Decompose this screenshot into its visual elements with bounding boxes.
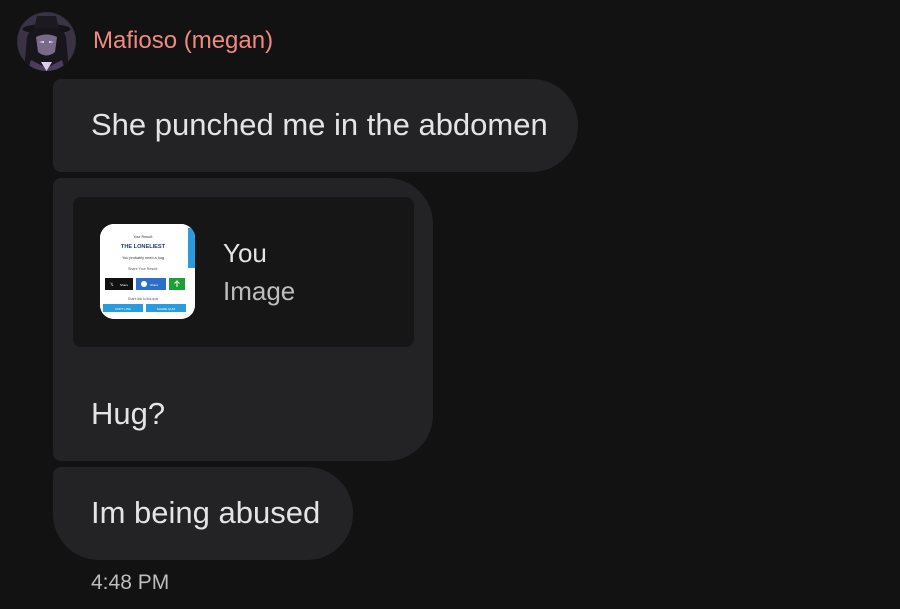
avatar-hooded-figure-icon — [17, 12, 76, 71]
thumb-share-label: Share Your Result: — [128, 267, 158, 271]
reply-type: Image — [223, 276, 296, 306]
message-bubble[interactable]: She punched me in the abdomen — [53, 79, 578, 172]
thumb-header: Your Result: — [133, 235, 152, 239]
thumb-share-x: Share — [120, 283, 128, 287]
sender-name[interactable]: Mafioso (megan) — [93, 26, 273, 56]
thumb-share-fb: Share — [150, 283, 158, 287]
thumb-copy-link: COPY LINK — [115, 307, 131, 311]
quiz-result-image: Your Result: THE LONELIEST You probably … — [100, 224, 195, 319]
reply-author: You — [223, 238, 267, 268]
thumb-link-label: Share link to this quiz — [128, 297, 159, 301]
message-text: Hug? — [91, 396, 166, 431]
message-timestamp: 4:48 PM — [91, 571, 170, 594]
thumb-share-quiz: SHARE QUIZ — [157, 307, 176, 311]
reply-preview[interactable]: Your Result: THE LONELIEST You probably … — [73, 197, 414, 347]
x-logo-icon: 𝕏 — [110, 282, 114, 287]
facebook-icon — [141, 281, 147, 287]
message-bubble[interactable]: Im being abused — [53, 467, 353, 560]
message-text: Im being abused — [91, 495, 321, 530]
sender-avatar[interactable] — [17, 12, 76, 71]
message-text: She punched me in the abdomen — [91, 107, 548, 142]
thumb-title: THE LONELIEST — [121, 244, 166, 250]
chat-screen: Mafioso (megan) She punched me in the ab… — [0, 0, 900, 609]
reply-image-thumbnail[interactable]: Your Result: THE LONELIEST You probably … — [100, 224, 195, 319]
message-bubble-with-reply[interactable]: Your Result: THE LONELIEST You probably … — [53, 178, 433, 461]
thumb-subtitle: You probably need a hug — [122, 256, 164, 260]
